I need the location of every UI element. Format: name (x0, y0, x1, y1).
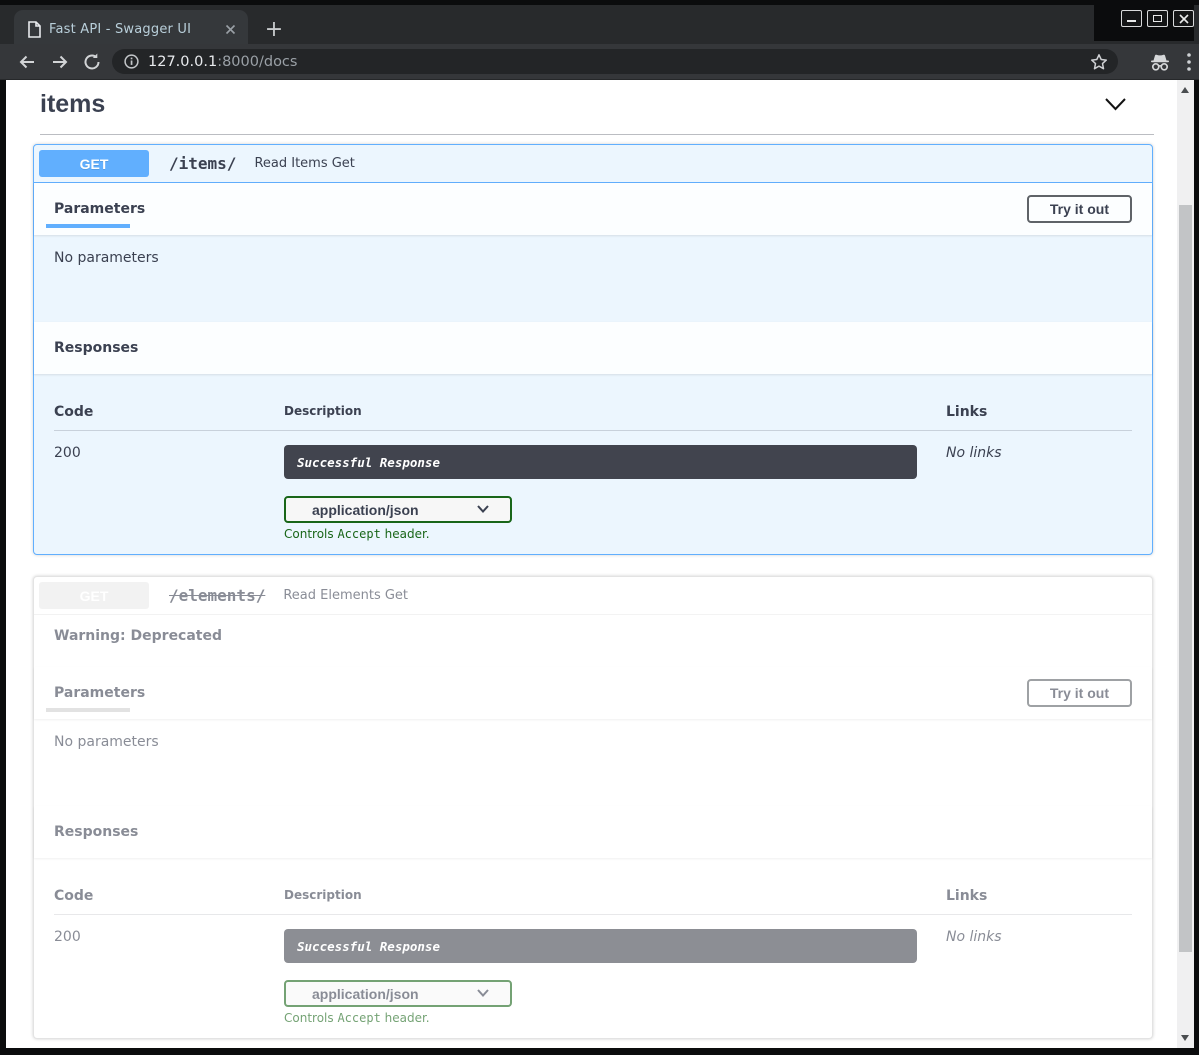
active-tab-underline (46, 224, 130, 228)
tag-title: items (40, 90, 105, 119)
opblock-get-items: GET /items/ Read Items Get Parameters Tr… (33, 144, 1153, 555)
responses-body: Code Description Links 200 Successful Re… (34, 858, 1152, 1038)
new-tab-button[interactable]: + (260, 15, 288, 43)
scroll-down-icon[interactable] (1181, 1035, 1189, 1041)
parameters-header: Parameters Try it out (34, 667, 1152, 719)
back-icon[interactable] (17, 52, 37, 72)
operation-path: /items/ (169, 154, 236, 173)
media-type-select[interactable]: application/json (284, 980, 512, 1007)
tab-parameters[interactable]: Parameters (54, 183, 145, 235)
responses-table-header: Code Description Links (54, 888, 1132, 915)
responses-header: Responses (34, 322, 1152, 374)
accept-header-note: Controls Accept header. (284, 527, 946, 541)
no-parameters-text: No parameters (54, 734, 159, 750)
minimize-button[interactable] (1121, 10, 1142, 27)
browser-titlebar: Fast API - Swagger UI + (0, 0, 1199, 44)
method-badge: GET (39, 582, 149, 609)
section-divider (40, 134, 1154, 135)
operation-description: Read Items Get (254, 156, 354, 171)
operation-summary[interactable]: GET /items/ Read Items Get (34, 145, 1152, 183)
site-info-icon[interactable] (124, 54, 139, 69)
responses-table-header: Code Description Links (54, 404, 1132, 431)
media-type-select[interactable]: application/json (284, 496, 512, 523)
url-text: 127.0.0.1:8000/docs (148, 54, 1090, 70)
forward-icon[interactable] (50, 52, 70, 72)
response-links: No links (946, 929, 1132, 1025)
window-controls (1094, 5, 1194, 41)
browser-toolbar: 127.0.0.1:8000/docs (0, 44, 1199, 80)
scroll-up-icon[interactable] (1181, 87, 1189, 93)
operation-summary[interactable]: GET /elements/ Read Elements Get (34, 577, 1152, 615)
incognito-icon (1149, 53, 1171, 72)
page-icon (27, 21, 42, 38)
no-parameters-text: No parameters (54, 250, 159, 266)
response-links: No links (946, 445, 1132, 541)
deprecated-warning: Warning: Deprecated (34, 615, 1152, 667)
response-description: Successful Response (284, 445, 917, 479)
try-it-out-button[interactable]: Try it out (1027, 195, 1132, 223)
responses-body: Code Description Links 200 Successful Re… (34, 374, 1152, 554)
collapse-chevron-icon[interactable] (1103, 96, 1128, 114)
try-it-out-button[interactable]: Try it out (1027, 679, 1132, 707)
response-code: 200 (54, 929, 284, 1025)
menu-dots-icon[interactable] (1187, 53, 1191, 71)
address-bar[interactable]: 127.0.0.1:8000/docs (112, 49, 1118, 74)
bookmark-star-icon[interactable] (1090, 53, 1108, 71)
accept-header-note: Controls Accept header. (284, 1011, 946, 1025)
parameters-body: No parameters (34, 235, 1152, 322)
swagger-page: items GET /items/ Read Items Get Paramet… (6, 80, 1178, 1048)
method-badge: GET (39, 150, 149, 177)
responses-header: Responses (34, 806, 1152, 858)
operation-path: /elements/ (169, 586, 265, 605)
operation-description: Read Elements Get (283, 588, 408, 603)
reload-icon[interactable] (82, 52, 102, 72)
tab-title: Fast API - Swagger UI (49, 22, 225, 37)
response-code: 200 (54, 445, 284, 541)
url-host: 127.0.0.1 (148, 54, 217, 70)
response-row: 200 Successful Response application/json… (54, 915, 1132, 1025)
tab-parameters[interactable]: Parameters (54, 667, 145, 719)
response-row: 200 Successful Response application/json… (54, 431, 1132, 541)
tab-close-icon[interactable] (225, 24, 236, 35)
maximize-button[interactable] (1147, 10, 1168, 27)
opblock-get-elements-deprecated: GET /elements/ Read Elements Get Warning… (33, 576, 1153, 1039)
scrollbar-thumb[interactable] (1179, 205, 1192, 952)
response-description: Successful Response (284, 929, 917, 963)
page-scrollbar[interactable] (1177, 80, 1194, 1048)
tag-section-header: items (33, 80, 1153, 128)
active-tab-underline (46, 708, 130, 712)
parameters-body: No parameters (34, 719, 1152, 806)
url-path: :8000/docs (217, 54, 297, 70)
parameters-header: Parameters Try it out (34, 183, 1152, 235)
close-button[interactable] (1173, 10, 1194, 27)
